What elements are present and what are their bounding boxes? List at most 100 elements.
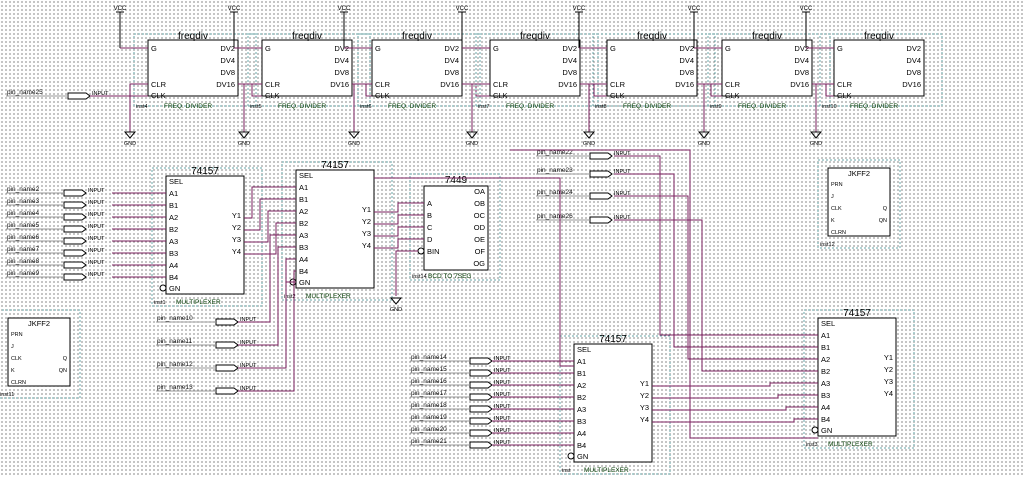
mux-pin-in: B1 xyxy=(169,201,178,210)
input-pin-icon xyxy=(589,216,613,224)
mux-pin-in: B4 xyxy=(169,273,178,282)
mux-pin-out: Y4 xyxy=(640,415,649,424)
jkff-pin: K xyxy=(11,368,15,374)
input-pin: pin_name24 xyxy=(537,189,573,196)
mux-pin-in: B3 xyxy=(299,243,308,252)
input-pin: pin_name17 xyxy=(411,390,447,397)
pin-clk: CLK xyxy=(725,91,740,100)
bcd-pin-in: C xyxy=(427,223,433,232)
freqdiv-title: freqdiv xyxy=(637,31,667,42)
input-pin: pin_name6 xyxy=(7,234,40,241)
pin-g: G xyxy=(265,44,271,53)
input-pin-icon xyxy=(63,189,87,197)
pin-dv: DV16 xyxy=(330,80,349,89)
input-pin: pin_name9 xyxy=(7,270,40,277)
mux-caption: MULTIPLEXER xyxy=(306,293,351,300)
input-pin: pin_name20 xyxy=(411,426,447,433)
pin-dv: DV16 xyxy=(440,80,459,89)
input-pin-icon xyxy=(63,225,87,233)
mux-pin-in: B1 xyxy=(577,369,586,378)
wire xyxy=(614,155,818,336)
pin-dv: DV4 xyxy=(444,56,459,65)
input-label: INPUT xyxy=(88,236,105,242)
mux-pin-in: A3 xyxy=(299,231,308,240)
bcd-pin-out: OG xyxy=(473,259,485,268)
bcd-pin-in: BIN xyxy=(427,247,440,256)
input-pin: pin_name18 xyxy=(411,402,447,409)
mux-pin-out: Y3 xyxy=(362,229,371,238)
mux-pin-in: B4 xyxy=(821,415,830,424)
input-pin: pin_name15 xyxy=(411,366,447,373)
mux-pin-in: GN xyxy=(169,284,180,293)
pin-dv: DV2 xyxy=(679,44,694,53)
freqdiv-title: freqdiv xyxy=(752,31,782,42)
mux-pin-out: Y1 xyxy=(884,353,893,362)
gnd-label: GND xyxy=(390,307,402,313)
jkff-q: Q xyxy=(63,356,68,362)
input-label: INPUT xyxy=(88,272,105,278)
mux-pin-out: Y3 xyxy=(232,235,241,244)
mux-pin-in: A2 xyxy=(169,213,178,222)
input-label: INPUT xyxy=(88,212,105,218)
input-pin: pin_name12 xyxy=(157,361,193,368)
wire xyxy=(238,234,296,323)
mux-pin-in: A1 xyxy=(169,189,178,198)
wire xyxy=(238,258,296,369)
wire xyxy=(652,382,818,387)
input-pin-icon xyxy=(63,201,87,209)
mux-pin-in: A2 xyxy=(299,207,308,216)
pin-dv: DV4 xyxy=(679,56,694,65)
mux-pin-out: Y2 xyxy=(232,223,241,232)
mux-pin-in: A1 xyxy=(299,183,308,192)
mux-pin-in: A1 xyxy=(821,331,830,340)
freqdiv-title: freqdiv xyxy=(402,31,432,42)
jkff-title: JKFF2 xyxy=(28,319,50,328)
mux-pin-in: B1 xyxy=(821,343,830,352)
pin-dv: DV2 xyxy=(220,44,235,53)
bcd-pin-out: OA xyxy=(474,187,485,196)
jkff-pin: CLK xyxy=(11,356,22,362)
pin-clr: CLR xyxy=(151,80,167,89)
vcc-label: VCC xyxy=(338,6,351,12)
input-pin-icon xyxy=(469,381,493,389)
mux-pin-out: Y1 xyxy=(232,211,241,220)
pin-dv: DV4 xyxy=(794,56,809,65)
freqdiv-title: freqdiv xyxy=(292,31,322,42)
input-pin-icon xyxy=(63,249,87,257)
mux-pin-in: A4 xyxy=(577,429,586,438)
pin-g: G xyxy=(375,44,381,53)
jkff-title: JKFF2 xyxy=(848,169,870,178)
pin-clk: CLK xyxy=(493,91,508,100)
vcc-label: VCC xyxy=(228,6,241,12)
pin-dv: DV8 xyxy=(444,68,459,77)
freqdiv-caption: FREQ. DIVIDER xyxy=(278,103,326,110)
jk-flipflop-block[interactable] xyxy=(7,317,71,387)
pin-dv: DV4 xyxy=(906,56,921,65)
wire xyxy=(697,83,722,97)
wire xyxy=(374,238,424,249)
freqdiv-title: freqdiv xyxy=(178,31,208,42)
gnd-label: GND xyxy=(238,141,250,147)
input-pin-icon xyxy=(469,357,493,365)
pin-dv: DV16 xyxy=(902,80,921,89)
input-pin-icon xyxy=(589,170,613,178)
mux-caption: MULTIPLEXER xyxy=(828,441,873,448)
schematic-canvas: freqdiv G CLR CLK DV2 DV4 DV8 DV16 inst4 FREQ. DI… xyxy=(0,0,1024,477)
mux-pin-out: Y3 xyxy=(884,377,893,386)
jk-flipflop-block[interactable] xyxy=(827,167,891,237)
mux-pin-in: A2 xyxy=(577,381,586,390)
input-pin: pin_name23 xyxy=(537,167,573,174)
mux-pin-in: SEL xyxy=(577,345,591,354)
inst-label: inst4 xyxy=(136,104,148,110)
pin-clk: CLK xyxy=(265,91,280,100)
jkff-qn: QN xyxy=(879,218,887,224)
mux-pin-in: A3 xyxy=(821,379,830,388)
input-pin: pin_name14 xyxy=(411,354,447,361)
gnd-symbol xyxy=(389,297,403,305)
mux-title: 74157 xyxy=(191,166,219,177)
mux-pin-out: Y3 xyxy=(640,403,649,412)
bcd-title: 7449 xyxy=(445,175,468,186)
pin-g: G xyxy=(610,44,616,53)
pin-dv: DV4 xyxy=(334,56,349,65)
pin-clr: CLR xyxy=(837,80,853,89)
